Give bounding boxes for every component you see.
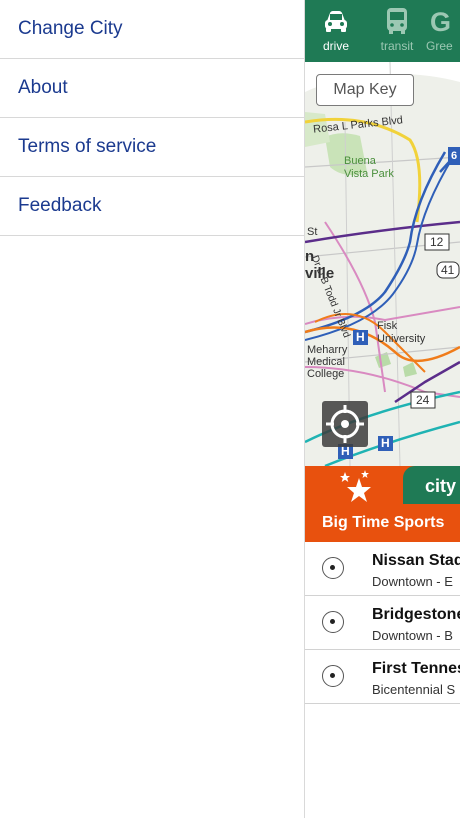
menu-item-terms[interactable]: Terms of service [0, 118, 304, 177]
route-shield: 6 [451, 150, 458, 162]
mode-drive[interactable]: drive [305, 6, 367, 58]
map-label-street: St [307, 226, 318, 238]
mode-green[interactable]: G Gree [426, 6, 460, 58]
hospital-icon: H [381, 436, 390, 450]
mode-label: Gree [426, 39, 453, 53]
venue-name: Bridgestone [372, 606, 460, 623]
venue-name: First Tennes [372, 660, 460, 677]
venue-location: Downtown - B [372, 628, 453, 643]
map-key-label: Map Key [333, 81, 397, 98]
radio-button[interactable] [322, 665, 344, 687]
menu-item-label: Terms of service [18, 136, 157, 157]
bus-icon [387, 8, 407, 34]
mode-bar: drive transit G Gree [305, 0, 460, 62]
menu-item-label: Feedback [18, 195, 102, 216]
map-label-park: Buena [344, 155, 376, 167]
locate-me-button[interactable] [322, 401, 368, 447]
mode-transit[interactable]: transit [366, 6, 428, 58]
menu-item-label: Change City [18, 18, 123, 39]
map-label-park: Vista Park [344, 168, 394, 180]
route-shield: 41 [441, 263, 455, 277]
venue-row[interactable]: Nissan Stad Downtown - E [305, 542, 460, 596]
map-label-place: Medical [307, 356, 345, 368]
venue-location: Downtown - E [372, 574, 453, 589]
map-label-place: College [307, 368, 345, 380]
side-menu: Change City About Terms of service Feedb… [0, 0, 305, 818]
menu-item-label: About [18, 77, 68, 98]
mode-label: drive [322, 39, 349, 53]
menu-item-about[interactable]: About [0, 59, 304, 118]
map-view[interactable]: Map Key Rosa L Parks Blvd Buena Vista Pa… [305, 62, 460, 466]
main-app-view: drive transit G Gree Map Key Rosa L Park… [305, 0, 460, 818]
green-g-icon: G [430, 7, 451, 36]
venue-row[interactable]: Bridgestone Downtown - B [305, 596, 460, 650]
map-key-button[interactable]: Map Key [316, 74, 414, 106]
venue-row[interactable]: First Tennes Bicentennial S [305, 650, 460, 704]
mode-label: transit [380, 39, 414, 53]
menu-item-change-city[interactable]: Change City [0, 0, 304, 59]
svg-text:G: G [430, 7, 451, 36]
map-label-area: n [305, 248, 315, 265]
map-label-place: Fisk [377, 320, 398, 332]
route-shield: 24 [416, 393, 430, 407]
car-icon [325, 11, 347, 32]
radio-button[interactable] [322, 557, 344, 579]
city-tab[interactable]: city [403, 466, 460, 504]
category-title: Big Time Sports [322, 514, 445, 531]
city-tab-label: city [425, 476, 457, 496]
hospital-icon: H [356, 330, 365, 344]
menu-item-feedback[interactable]: Feedback [0, 177, 304, 236]
venue-name: Nissan Stad [372, 552, 460, 569]
category-banner: city Big Time Sports [305, 466, 460, 542]
venue-location: Bicentennial S [372, 682, 456, 697]
stars-icon [340, 470, 371, 502]
map-label-place: Meharry [307, 344, 348, 356]
route-shield: 12 [430, 235, 444, 249]
map-label-area: ville [305, 265, 335, 282]
radio-button[interactable] [322, 611, 344, 633]
map-label-place: University [377, 333, 426, 345]
crosshair-icon [326, 405, 364, 443]
